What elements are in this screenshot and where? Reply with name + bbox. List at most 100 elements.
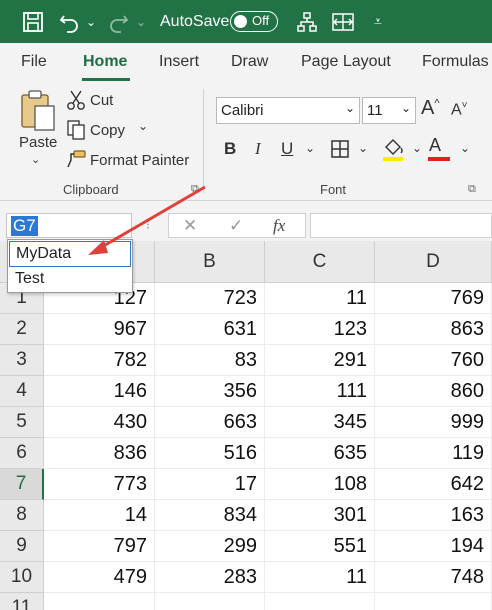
table-cell[interactable]: 834 — [155, 500, 265, 531]
table-cell[interactable]: 769 — [375, 283, 492, 314]
borders-dropdown-icon[interactable]: ⌄ — [358, 141, 368, 155]
redo-icon[interactable] — [106, 0, 132, 43]
redo-dropdown-icon[interactable]: ⌄ — [134, 0, 148, 43]
table-cell[interactable]: 119 — [375, 438, 492, 469]
fill-color-icon[interactable] — [381, 135, 407, 167]
table-cell[interactable]: 551 — [265, 531, 375, 562]
table-cell[interactable]: 642 — [375, 469, 492, 500]
row-header[interactable]: 7 — [0, 469, 44, 500]
font-color-dropdown-icon[interactable]: ⌄ — [460, 141, 470, 155]
row-header[interactable]: 3 — [0, 345, 44, 376]
table-cell[interactable]: 146 — [44, 376, 155, 407]
customize-dropdown-icon[interactable]: ⩡ — [368, 0, 388, 43]
italic-button[interactable]: I — [255, 139, 261, 159]
table-cell[interactable]: 797 — [44, 531, 155, 562]
row-header[interactable]: 2 — [0, 314, 44, 345]
fill-color-dropdown-icon[interactable]: ⌄ — [412, 141, 422, 155]
save-icon[interactable] — [20, 0, 46, 43]
table-cell[interactable]: 723 — [155, 283, 265, 314]
named-range-test[interactable]: Test — [9, 267, 131, 293]
font-color-button[interactable]: A — [428, 135, 450, 161]
bold-button[interactable]: B — [224, 139, 236, 159]
font-launcher-icon[interactable]: ⧉ — [468, 183, 476, 196]
grow-font-button[interactable]: A^ — [421, 97, 440, 120]
cancel-icon[interactable]: ✕ — [183, 216, 197, 236]
paste-button[interactable]: Paste — [19, 134, 57, 151]
named-range-mydata[interactable]: MyData — [9, 241, 131, 267]
tab-formulas[interactable]: Formulas — [422, 53, 489, 71]
table-cell[interactable]: 14 — [44, 500, 155, 531]
paste-dropdown-icon[interactable]: ⌄ — [31, 153, 40, 166]
row-header[interactable]: 4 — [0, 376, 44, 407]
table-cell[interactable]: 479 — [44, 562, 155, 593]
table-cell[interactable]: 516 — [155, 438, 265, 469]
fit-columns-icon[interactable] — [330, 0, 356, 43]
paste-icon[interactable] — [18, 89, 58, 137]
font-name-select[interactable]: Calibri ⌄ — [216, 97, 360, 124]
table-cell[interactable]: 108 — [265, 469, 375, 500]
table-cell[interactable]: 967 — [44, 314, 155, 345]
tab-insert[interactable]: Insert — [159, 53, 199, 71]
tab-page-layout[interactable]: Page Layout — [301, 53, 391, 71]
table-cell[interactable]: 123 — [265, 314, 375, 345]
table-cell[interactable]: 283 — [155, 562, 265, 593]
row-header[interactable]: 9 — [0, 531, 44, 562]
copy-dropdown-icon[interactable]: ⌄ — [138, 119, 148, 133]
table-cell[interactable]: 635 — [265, 438, 375, 469]
column-header-d[interactable]: D — [375, 241, 492, 283]
table-cell[interactable]: 860 — [375, 376, 492, 407]
underline-button[interactable]: U — [281, 139, 293, 159]
table-cell[interactable]: 17 — [155, 469, 265, 500]
insert-function-icon[interactable]: fx — [273, 216, 285, 236]
table-cell[interactable]: 345 — [265, 407, 375, 438]
table-cell[interactable] — [155, 593, 265, 610]
copy-button[interactable]: Copy — [90, 122, 125, 139]
row-header[interactable]: 5 — [0, 407, 44, 438]
table-cell[interactable]: 773 — [44, 469, 155, 500]
undo-dropdown-icon[interactable]: ⌄ — [84, 0, 98, 43]
underline-dropdown-icon[interactable]: ⌄ — [305, 141, 315, 155]
table-cell[interactable]: 83 — [155, 345, 265, 376]
tab-draw[interactable]: Draw — [231, 53, 268, 71]
table-cell[interactable]: 631 — [155, 314, 265, 345]
table-cell[interactable]: 748 — [375, 562, 492, 593]
cut-button[interactable]: Cut — [90, 92, 113, 109]
table-cell[interactable] — [265, 593, 375, 610]
table-cell[interactable]: 11 — [265, 283, 375, 314]
name-box-value[interactable]: G7 — [11, 216, 38, 236]
row-header[interactable]: 6 — [0, 438, 44, 469]
autosave-toggle[interactable]: Off — [230, 11, 278, 32]
column-header-b[interactable]: B — [155, 241, 265, 283]
table-cell[interactable]: 291 — [265, 345, 375, 376]
undo-icon[interactable] — [56, 0, 82, 43]
table-cell[interactable]: 430 — [44, 407, 155, 438]
more-options-icon[interactable]: ⁝ — [146, 217, 150, 233]
table-cell[interactable]: 836 — [44, 438, 155, 469]
table-cell[interactable] — [44, 593, 155, 610]
row-header[interactable]: 8 — [0, 500, 44, 531]
row-header[interactable]: 11 — [0, 593, 44, 610]
tab-home[interactable]: Home — [83, 53, 127, 71]
borders-icon[interactable] — [330, 139, 350, 163]
org-chart-icon[interactable] — [294, 0, 320, 43]
font-size-select[interactable]: 11 ⌄ — [362, 97, 416, 124]
table-cell[interactable]: 111 — [265, 376, 375, 407]
formula-input[interactable] — [310, 213, 492, 238]
table-cell[interactable]: 782 — [44, 345, 155, 376]
clipboard-launcher-icon[interactable]: ⧉ — [191, 183, 199, 196]
table-cell[interactable]: 760 — [375, 345, 492, 376]
table-cell[interactable]: 11 — [265, 562, 375, 593]
table-cell[interactable]: 163 — [375, 500, 492, 531]
table-cell[interactable]: 194 — [375, 531, 492, 562]
enter-icon[interactable]: ✓ — [229, 216, 243, 236]
column-header-c[interactable]: C — [265, 241, 375, 283]
table-cell[interactable]: 301 — [265, 500, 375, 531]
tab-file[interactable]: File — [21, 53, 47, 71]
table-cell[interactable]: 863 — [375, 314, 492, 345]
table-cell[interactable]: 299 — [155, 531, 265, 562]
table-cell[interactable]: 999 — [375, 407, 492, 438]
format-painter-button[interactable]: Format Painter — [90, 152, 189, 169]
shrink-font-button[interactable]: A˅ — [451, 100, 468, 119]
table-cell[interactable]: 663 — [155, 407, 265, 438]
name-box[interactable]: G7 — [6, 213, 132, 238]
